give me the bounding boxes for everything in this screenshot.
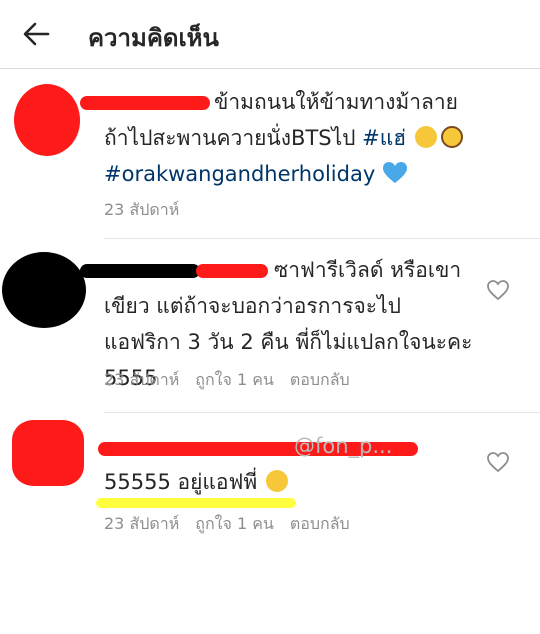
comment-meta: 23 สัปดาห์ [104,198,179,223]
blue-heart-emoji [382,162,407,183]
redaction-scribble [2,252,86,328]
top-app-bar: ความคิดเห็น [0,0,540,69]
heart-icon[interactable] [486,450,510,474]
comment-item: @fon_p... 55555 อยู่แอฟพี่ 23 สัปดาห์ ถู… [0,420,540,540]
comment-body: 55555 อยู่แอฟพี่ [104,470,258,494]
timestamp: 23 สัปดาห์ [104,370,180,389]
page-title: ความคิดเห็น [88,24,219,52]
likes-count-link[interactable]: ถูกใจ 1 คน [195,368,274,393]
divider [104,412,540,413]
winking-face-tongue-emoji [265,470,288,492]
highlight-underline [96,498,296,508]
redaction-scribble [14,84,80,156]
redaction-scribble [12,420,84,486]
comment-item: ซาฟารีเวิลด์ หรือเขาเขียว แต่ถ้าจะบอกว่า… [0,250,540,400]
hashtag-link[interactable]: #orakwangandherholiday [104,162,375,186]
nerd-face-emoji [440,126,463,148]
hashtag-link[interactable]: #แฮ่ [362,126,406,150]
winking-face-tongue-emoji [414,126,437,148]
reply-button[interactable]: ตอบกลับ [290,512,350,537]
likes-count-link[interactable]: ถูกใจ 1 คน [195,512,274,537]
comment-meta: 23 สัปดาห์ ถูกใจ 1 คน ตอบกลับ [104,512,350,537]
comment-item: ข้ามถนนให้ข้ามทางม้าลาย ถ้าไปสะพานควายนั… [0,80,540,230]
back-button[interactable] [14,14,58,54]
arrow-left-icon [23,22,50,46]
comment-meta: 23 สัปดาห์ ถูกใจ 1 คน ตอบกลับ [104,368,350,393]
reply-button[interactable]: ตอบกลับ [290,368,350,393]
mention-link[interactable]: @fon_p... [294,434,392,458]
comment-text: ข้ามถนนให้ข้ามทางม้าลาย ถ้าไปสะพานควายนั… [104,84,474,192]
timestamp: 23 สัปดาห์ [104,514,180,533]
divider [104,238,540,239]
timestamp: 23 สัปดาห์ [104,200,180,219]
heart-icon[interactable] [486,278,510,302]
comment-text: @fon_p... 55555 อยู่แอฟพี่ [104,428,474,500]
